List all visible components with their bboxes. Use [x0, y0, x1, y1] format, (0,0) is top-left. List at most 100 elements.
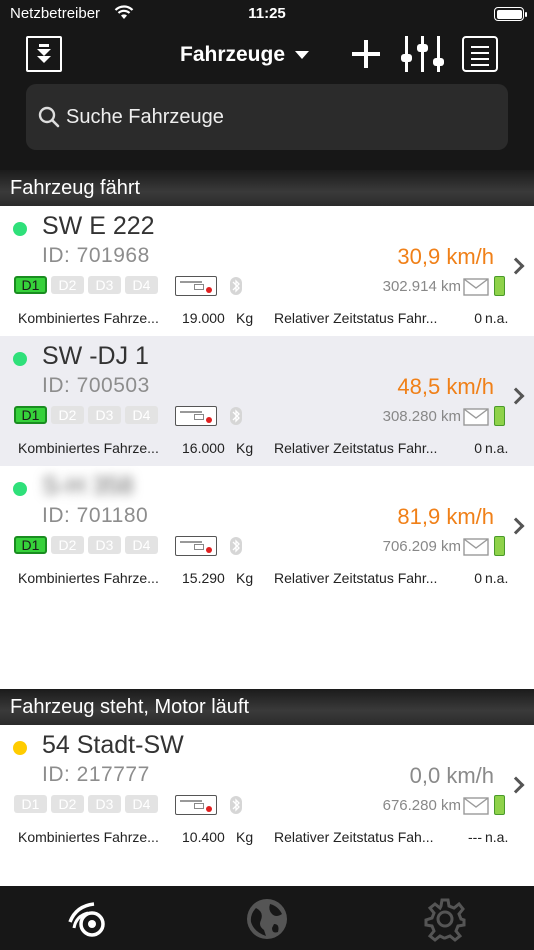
vehicle-speed: 81,9 km/h: [397, 504, 494, 529]
driver-slot: D1: [14, 795, 47, 813]
driver-slot: D1: [14, 276, 47, 294]
vehicle-type-dropdown[interactable]: Fahrzeuge: [180, 40, 310, 70]
driver-slot: D4: [125, 536, 158, 554]
sliders-icon[interactable]: [400, 34, 446, 74]
vehicle-id: ID: 700503: [42, 374, 150, 397]
time-status-label: Relativer Zeitstatus Fah...: [274, 829, 434, 845]
vehicle-name: SW -DJ 1: [42, 342, 149, 370]
bluetooth-icon: [230, 277, 242, 295]
driver-slot: D2: [51, 795, 84, 813]
status-dot: [13, 741, 27, 755]
driver-slot: D4: [125, 795, 158, 813]
top-bar: Netzbetreiber 11:25 Fahrzeuge Suche Fahr…: [0, 0, 534, 170]
bluetooth-icon: [230, 407, 242, 425]
driver-slots: D1 D2 D3 D4: [14, 536, 158, 554]
vehicle-row[interactable]: SW -DJ 1 ID: 700503 D1 D2 D3 D4 48,5 km/h 3…: [0, 336, 534, 466]
odometer: 308.280 km: [382, 408, 461, 425]
device-battery-icon: [494, 406, 505, 426]
search-icon: [38, 106, 60, 128]
chevron-right-icon[interactable]: [507, 776, 525, 794]
tachograph-icon: [175, 536, 217, 556]
vehicle-id: ID: 217777: [42, 763, 150, 786]
vehicle-speed: 0,0 km/h: [409, 763, 494, 788]
time-status-unit: n.a.: [485, 440, 509, 456]
driver-slot: D1: [14, 406, 47, 424]
odometer: 706.209 km: [382, 538, 461, 555]
odometer: 302.914 km: [382, 278, 461, 295]
time-status-label: Relativer Zeitstatus Fahr...: [274, 440, 438, 456]
time-status-value: 0: [474, 310, 482, 326]
driver-slot: D3: [88, 536, 121, 554]
chevron-right-icon[interactable]: [507, 387, 525, 405]
time-status-value: 0: [474, 440, 482, 456]
time-status-unit: n.a.: [485, 570, 509, 586]
weight-value: 10.400: [182, 829, 225, 845]
add-icon[interactable]: [350, 38, 382, 70]
search-field[interactable]: Suche Fahrzeuge: [26, 84, 508, 150]
time-status-value: 0: [474, 570, 482, 586]
time-status-label: Relativer Zeitstatus Fahr...: [274, 310, 438, 326]
driver-slot: D2: [51, 406, 84, 424]
time-status-value: ---: [468, 829, 482, 845]
tachograph-icon: [175, 406, 217, 426]
chevron-right-icon[interactable]: [507, 517, 525, 535]
driver-slot: D2: [51, 276, 84, 294]
time-status-label: Relativer Zeitstatus Fahr...: [274, 570, 438, 586]
weight-label: Kombiniertes Fahrze...: [18, 570, 159, 586]
weight-value: 16.000: [182, 440, 225, 456]
device-battery-icon: [494, 276, 505, 296]
device-battery-icon: [494, 795, 505, 815]
vehicle-row[interactable]: SW E 222 ID: 701968 D1 D2 D3 D4 30,9 km/h 3…: [0, 206, 534, 336]
weight-label: Kombiniertes Fahrze...: [18, 440, 159, 456]
settings-tab-icon[interactable]: [422, 896, 468, 942]
driver-slot: D1: [14, 536, 47, 554]
mail-icon: [463, 408, 489, 426]
vehicle-speed: 48,5 km/h: [397, 374, 494, 399]
vehicle-id: ID: 701968: [42, 244, 150, 267]
tachograph-icon: [175, 795, 217, 815]
weight-label: Kombiniertes Fahrze...: [18, 829, 159, 845]
list-view-button[interactable]: [462, 36, 498, 72]
mail-icon: [463, 538, 489, 556]
vehicles-tab-icon[interactable]: [66, 896, 112, 942]
weight-value: 19.000: [182, 310, 225, 326]
vehicle-speed: 30,9 km/h: [397, 244, 494, 269]
odometer: 676.280 km: [382, 797, 461, 814]
driver-slot: D2: [51, 536, 84, 554]
filter-down-button[interactable]: [26, 36, 62, 72]
chevron-right-icon[interactable]: [507, 257, 525, 275]
vehicle-id: ID: 701180: [42, 504, 149, 527]
section-header-driving: Fahrzeug fährt: [0, 170, 534, 206]
weight-value: 15.290: [182, 570, 225, 586]
driver-slots: D1 D2 D3 D4: [14, 795, 158, 813]
status-dot: [13, 222, 27, 236]
list-line: [471, 52, 489, 54]
driver-slot: D3: [88, 406, 121, 424]
driver-slots: D1 D2 D3 D4: [14, 276, 158, 294]
section-header-idle: Fahrzeug steht, Motor läuft: [0, 689, 534, 725]
weight-unit: Kg: [236, 829, 254, 845]
status-bar: Netzbetreiber 11:25: [0, 0, 534, 30]
tachograph-icon: [175, 276, 217, 296]
vehicle-name: S-H 358: [42, 472, 134, 500]
vehicle-name: 54 Stadt-SW: [42, 731, 184, 759]
chevron-down-icon: [295, 51, 310, 59]
vehicle-row[interactable]: 54 Stadt-SW ID: 217777 D1 D2 D3 D4 0,0 km/h…: [0, 725, 534, 855]
list-line: [471, 64, 489, 66]
search-placeholder: Suche Fahrzeuge: [66, 105, 224, 128]
driver-slot: D3: [88, 795, 121, 813]
status-dot: [13, 482, 27, 496]
weight-label: Kombiniertes Fahrze...: [18, 310, 159, 326]
globe-tab-icon[interactable]: [244, 896, 290, 942]
driver-slots: D1 D2 D3 D4: [14, 406, 158, 424]
vehicle-row[interactable]: S-H 358 ID: 701180 D1 D2 D3 D4 81,9 km/h 70…: [0, 466, 534, 596]
tab-bar: [0, 886, 534, 950]
status-dot: [13, 352, 27, 366]
list-icon: [471, 46, 489, 48]
weight-unit: Kg: [236, 570, 254, 586]
weight-unit: Kg: [236, 310, 254, 326]
list-line: [471, 58, 489, 60]
clock: 11:25: [248, 5, 286, 22]
battery-icon: [494, 7, 527, 21]
mail-icon: [463, 278, 489, 296]
